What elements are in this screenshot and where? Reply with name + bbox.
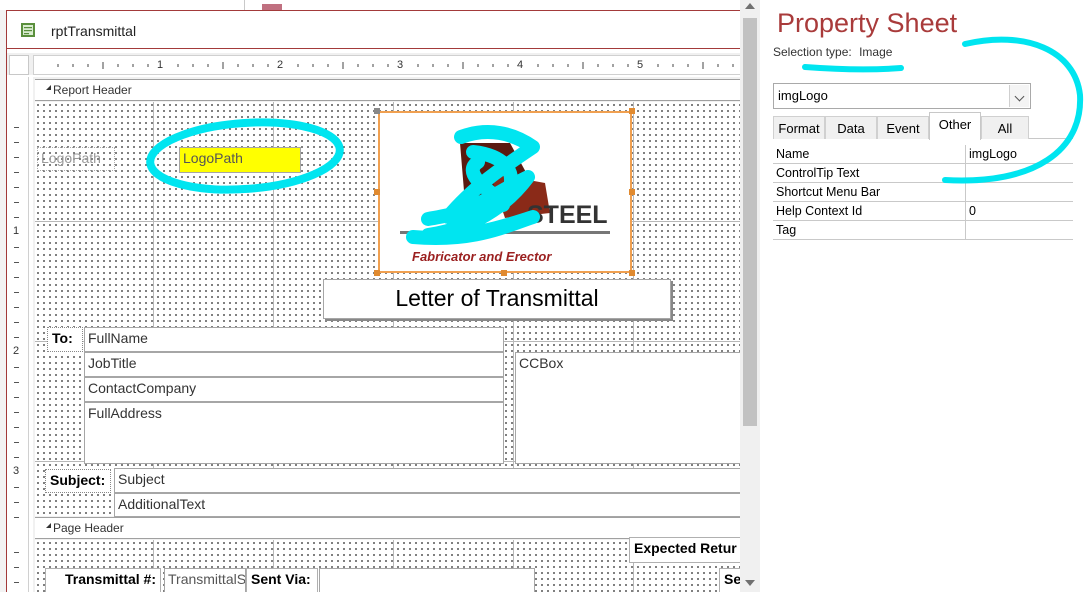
vruler-number-2: 2 bbox=[13, 345, 20, 357]
report-header-bar[interactable]: Report Header bbox=[35, 79, 740, 101]
letter-title[interactable]: Letter of Transmittal bbox=[323, 279, 671, 319]
report-header-label: Report Header bbox=[53, 83, 132, 97]
se-label[interactable]: Se bbox=[719, 568, 740, 592]
object-selector-value: imgLogo bbox=[778, 88, 828, 103]
object-selector-dropdown[interactable]: imgLogo bbox=[773, 83, 1031, 109]
property-value[interactable]: 0 bbox=[969, 204, 976, 218]
property-key: Help Context Id bbox=[776, 204, 863, 218]
selection-type-value: Image bbox=[859, 45, 893, 59]
logo-graphic: STEEL Fabricator and Erector bbox=[400, 143, 610, 264]
scroll-down-arrow-icon[interactable] bbox=[745, 580, 755, 586]
ruler-number-1: 1 bbox=[157, 59, 164, 71]
logo-tagline-text: Fabricator and Erector bbox=[412, 249, 552, 264]
ruler-number-5: 5 bbox=[637, 59, 644, 71]
report-document-window: rptTransmittal 1 2 3 4 5 1 2 3 Report He… bbox=[6, 10, 740, 592]
vertical-ruler: 1 2 3 bbox=[7, 77, 29, 592]
sent-via-label[interactable]: Sent Via: bbox=[246, 568, 318, 592]
contact-company-field[interactable]: ContactCompany bbox=[84, 377, 504, 402]
property-row-name[interactable]: Name imgLogo bbox=[773, 145, 1073, 164]
property-key: ControlTip Text bbox=[776, 166, 860, 180]
property-sheet-pane: Property Sheet Selection type: Image img… bbox=[765, 0, 1085, 592]
report-icon bbox=[21, 23, 35, 37]
property-row-help-context[interactable]: Help Context Id 0 bbox=[773, 202, 1073, 221]
subject-label[interactable]: Subject: bbox=[45, 469, 111, 493]
vruler-number-3: 3 bbox=[13, 465, 20, 477]
expected-return-label[interactable]: Expected Retur bbox=[629, 537, 740, 563]
property-key: Tag bbox=[776, 223, 797, 237]
report-title: rptTransmittal bbox=[51, 23, 137, 39]
img-logo[interactable]: STEEL Fabricator and Erector bbox=[378, 111, 632, 273]
tab-format[interactable]: Format bbox=[773, 116, 825, 139]
property-row-shortcut-menu[interactable]: Shortcut Menu Bar bbox=[773, 183, 1073, 202]
full-name-field[interactable]: FullName bbox=[84, 327, 504, 352]
vertical-scrollbar[interactable] bbox=[740, 0, 760, 592]
logo-steel-text: STEEL bbox=[527, 201, 608, 229]
property-key: Shortcut Menu Bar bbox=[776, 185, 881, 199]
property-row-controltip[interactable]: ControlTip Text bbox=[773, 164, 1073, 183]
logo-path-label[interactable]: LogoPath bbox=[37, 147, 115, 171]
ruler-number-4: 4 bbox=[517, 59, 524, 71]
page-header-label: Page Header bbox=[53, 521, 124, 535]
tab-data[interactable]: Data bbox=[825, 116, 877, 139]
property-value[interactable]: imgLogo bbox=[969, 147, 1017, 161]
transmittal-number-field[interactable]: TransmittalS bbox=[164, 568, 246, 592]
property-grid: Name imgLogo ControlTip Text Shortcut Me… bbox=[773, 145, 1073, 240]
to-label[interactable]: To: bbox=[47, 327, 83, 352]
selection-type-label: Selection type: bbox=[773, 45, 852, 59]
access-window: rptTransmittal 1 2 3 4 5 1 2 3 Report He… bbox=[0, 0, 1085, 592]
additional-text-field[interactable]: AdditionalText bbox=[114, 493, 740, 517]
sent-via-field[interactable] bbox=[319, 568, 535, 592]
page-header-bar[interactable]: Page Header bbox=[35, 517, 740, 539]
vruler-number-1: 1 bbox=[13, 225, 20, 237]
ribbon-edge bbox=[0, 0, 760, 10]
ruler-track: 1 2 3 4 5 bbox=[33, 55, 740, 75]
document-tab[interactable]: rptTransmittal bbox=[7, 11, 740, 49]
transmittal-number-label[interactable]: Transmittal #: bbox=[45, 568, 161, 592]
tab-other[interactable]: Other bbox=[929, 112, 981, 140]
subject-field[interactable]: Subject bbox=[114, 468, 740, 493]
job-title-field[interactable]: JobTitle bbox=[84, 352, 504, 377]
design-canvas: Report Header LogoPath LogoPath STEEL Fa… bbox=[33, 77, 740, 592]
tab-event[interactable]: Event bbox=[877, 116, 929, 139]
property-row-tag[interactable]: Tag bbox=[773, 221, 1073, 240]
tab-all[interactable]: All bbox=[981, 116, 1029, 139]
report-designer: rptTransmittal 1 2 3 4 5 1 2 3 Report He… bbox=[0, 0, 760, 592]
ruler-number-3: 3 bbox=[397, 59, 404, 71]
cc-box-field[interactable]: CCBox bbox=[515, 352, 740, 464]
chevron-down-icon[interactable] bbox=[1009, 85, 1029, 107]
horizontal-ruler: 1 2 3 4 5 bbox=[7, 53, 740, 75]
logo-path-field[interactable]: LogoPath bbox=[179, 147, 301, 173]
ruler-number-2: 2 bbox=[277, 59, 284, 71]
ruler-corner-select[interactable] bbox=[9, 55, 29, 75]
scroll-up-arrow-icon[interactable] bbox=[745, 3, 755, 9]
scrollbar-thumb[interactable] bbox=[743, 18, 757, 426]
property-key: Name bbox=[776, 147, 810, 161]
property-sheet-title: Property Sheet bbox=[777, 8, 958, 38]
property-tabs: Format Data Event Other All bbox=[773, 112, 1073, 140]
full-address-field[interactable]: FullAddress bbox=[84, 402, 504, 464]
selection-type: Selection type: Image bbox=[773, 45, 892, 59]
